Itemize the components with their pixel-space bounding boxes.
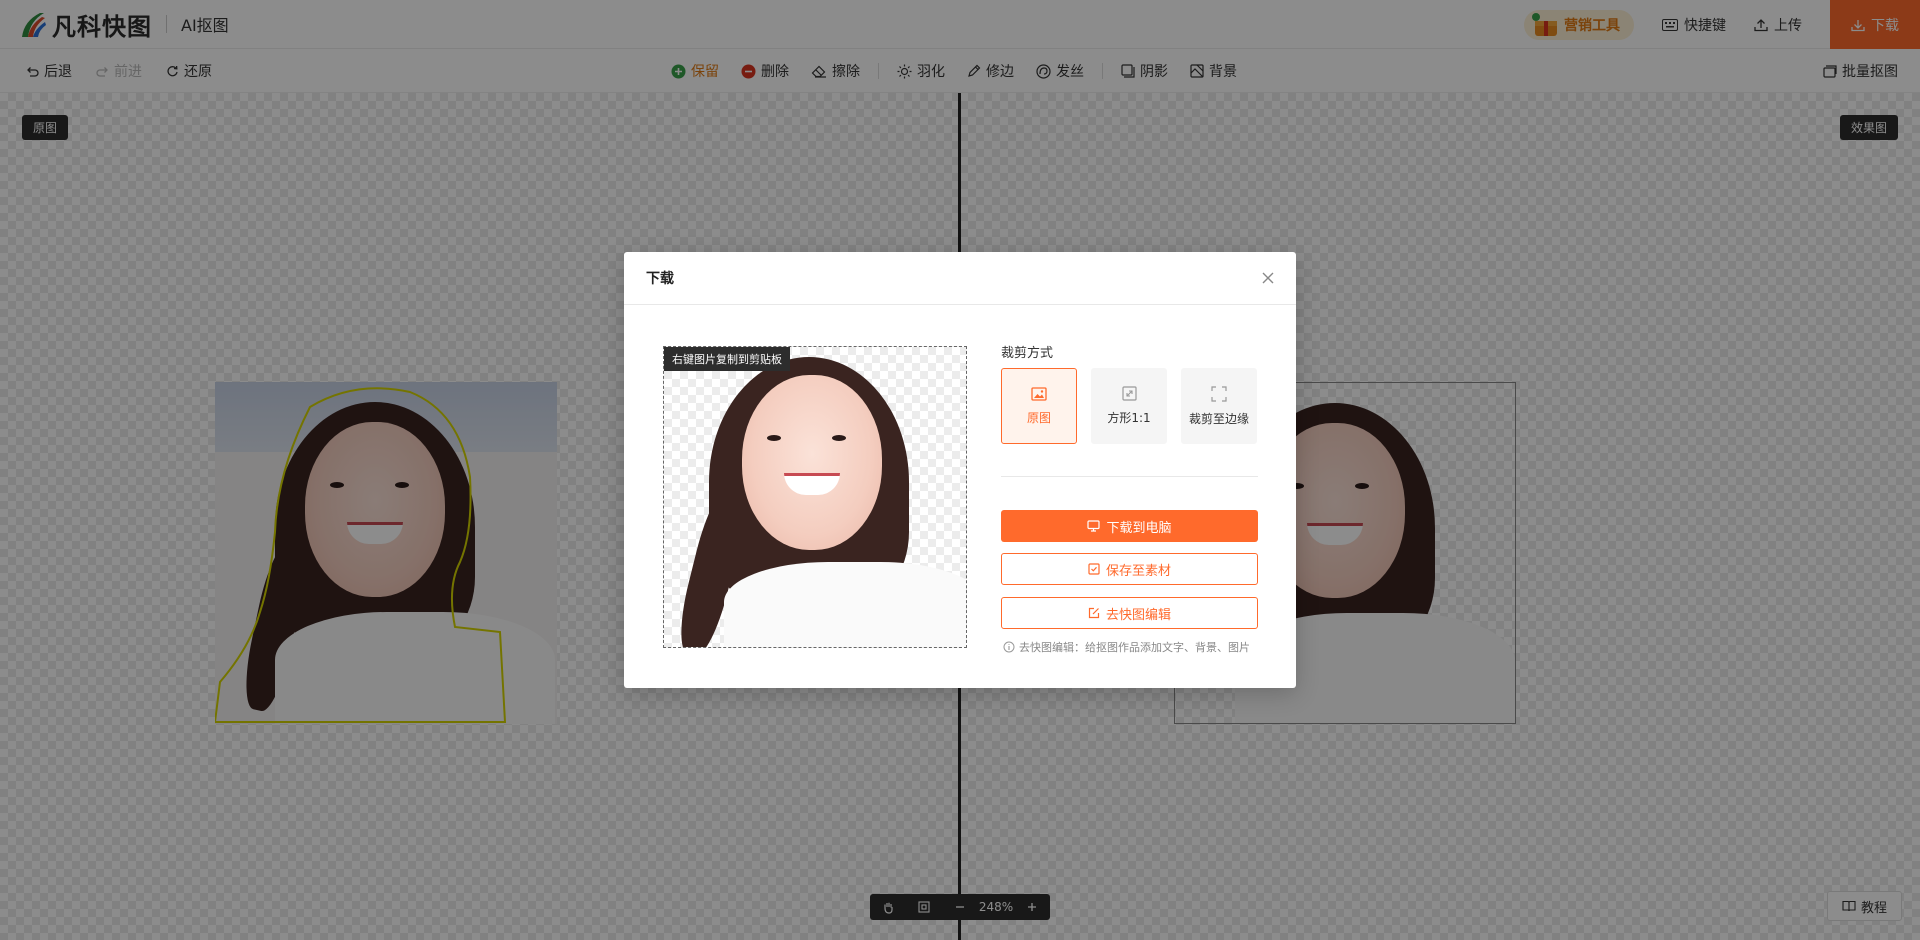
save-to-material-label: 保存至素材 bbox=[1105, 563, 1171, 579]
crop-square-label: 方形1:1 bbox=[1107, 411, 1151, 425]
expand-icon bbox=[1121, 386, 1137, 401]
download-to-pc-label: 下载到电脑 bbox=[1106, 520, 1172, 536]
monitor-icon bbox=[1087, 520, 1101, 532]
close-icon[interactable] bbox=[1260, 270, 1276, 286]
crop-mode-label: 裁剪方式 bbox=[1001, 346, 1054, 361]
crop-original-label: 原图 bbox=[1026, 410, 1051, 425]
options-divider bbox=[1001, 476, 1258, 477]
crop-square-option[interactable]: 方形1:1 bbox=[1091, 368, 1167, 444]
save-check-icon bbox=[1088, 563, 1100, 575]
edit-hint-text: 去快图编辑：给抠图作品添加文字、背景、图片 bbox=[1019, 641, 1250, 654]
preview-tip: 右键图片复制到剪贴板 bbox=[664, 347, 790, 371]
shirt-shape bbox=[724, 562, 966, 647]
crop-corners-icon bbox=[1211, 385, 1227, 402]
download-to-pc-button[interactable]: 下载到电脑 bbox=[1001, 510, 1258, 542]
crop-mode-options: 原图 方形1:1 裁剪至边缘 bbox=[1001, 368, 1257, 444]
edit-hint: 去快图编辑：给抠图作品添加文字、背景、图片 bbox=[1003, 639, 1250, 655]
crop-edge-option[interactable]: 裁剪至边缘 bbox=[1181, 368, 1257, 444]
right-eye bbox=[832, 435, 846, 441]
go-edit-button[interactable]: 去快图编辑 bbox=[1001, 597, 1258, 629]
left-eye bbox=[767, 435, 781, 441]
download-preview[interactable]: 右键图片复制到剪贴板 bbox=[663, 346, 967, 648]
face-shape bbox=[742, 375, 882, 550]
go-edit-label: 去快图编辑 bbox=[1105, 607, 1171, 623]
edit-icon bbox=[1088, 607, 1100, 619]
crop-original-option[interactable]: 原图 bbox=[1001, 368, 1077, 444]
info-icon bbox=[1003, 641, 1015, 653]
download-options: 裁剪方式 原图 方形1:1 裁剪至边缘 下载到电脑 保存至素材 去快图编辑 去快… bbox=[1001, 252, 1261, 688]
save-to-material-button[interactable]: 保存至素材 bbox=[1001, 553, 1258, 585]
download-dialog: 下载 右键图片复制到剪贴板 裁剪方式 原图 方形1:1 裁剪至边缘 下载到电脑 … bbox=[624, 252, 1296, 688]
dialog-title: 下载 bbox=[646, 271, 674, 287]
crop-edge-label: 裁剪至边缘 bbox=[1188, 411, 1249, 426]
image-icon bbox=[1031, 386, 1047, 401]
